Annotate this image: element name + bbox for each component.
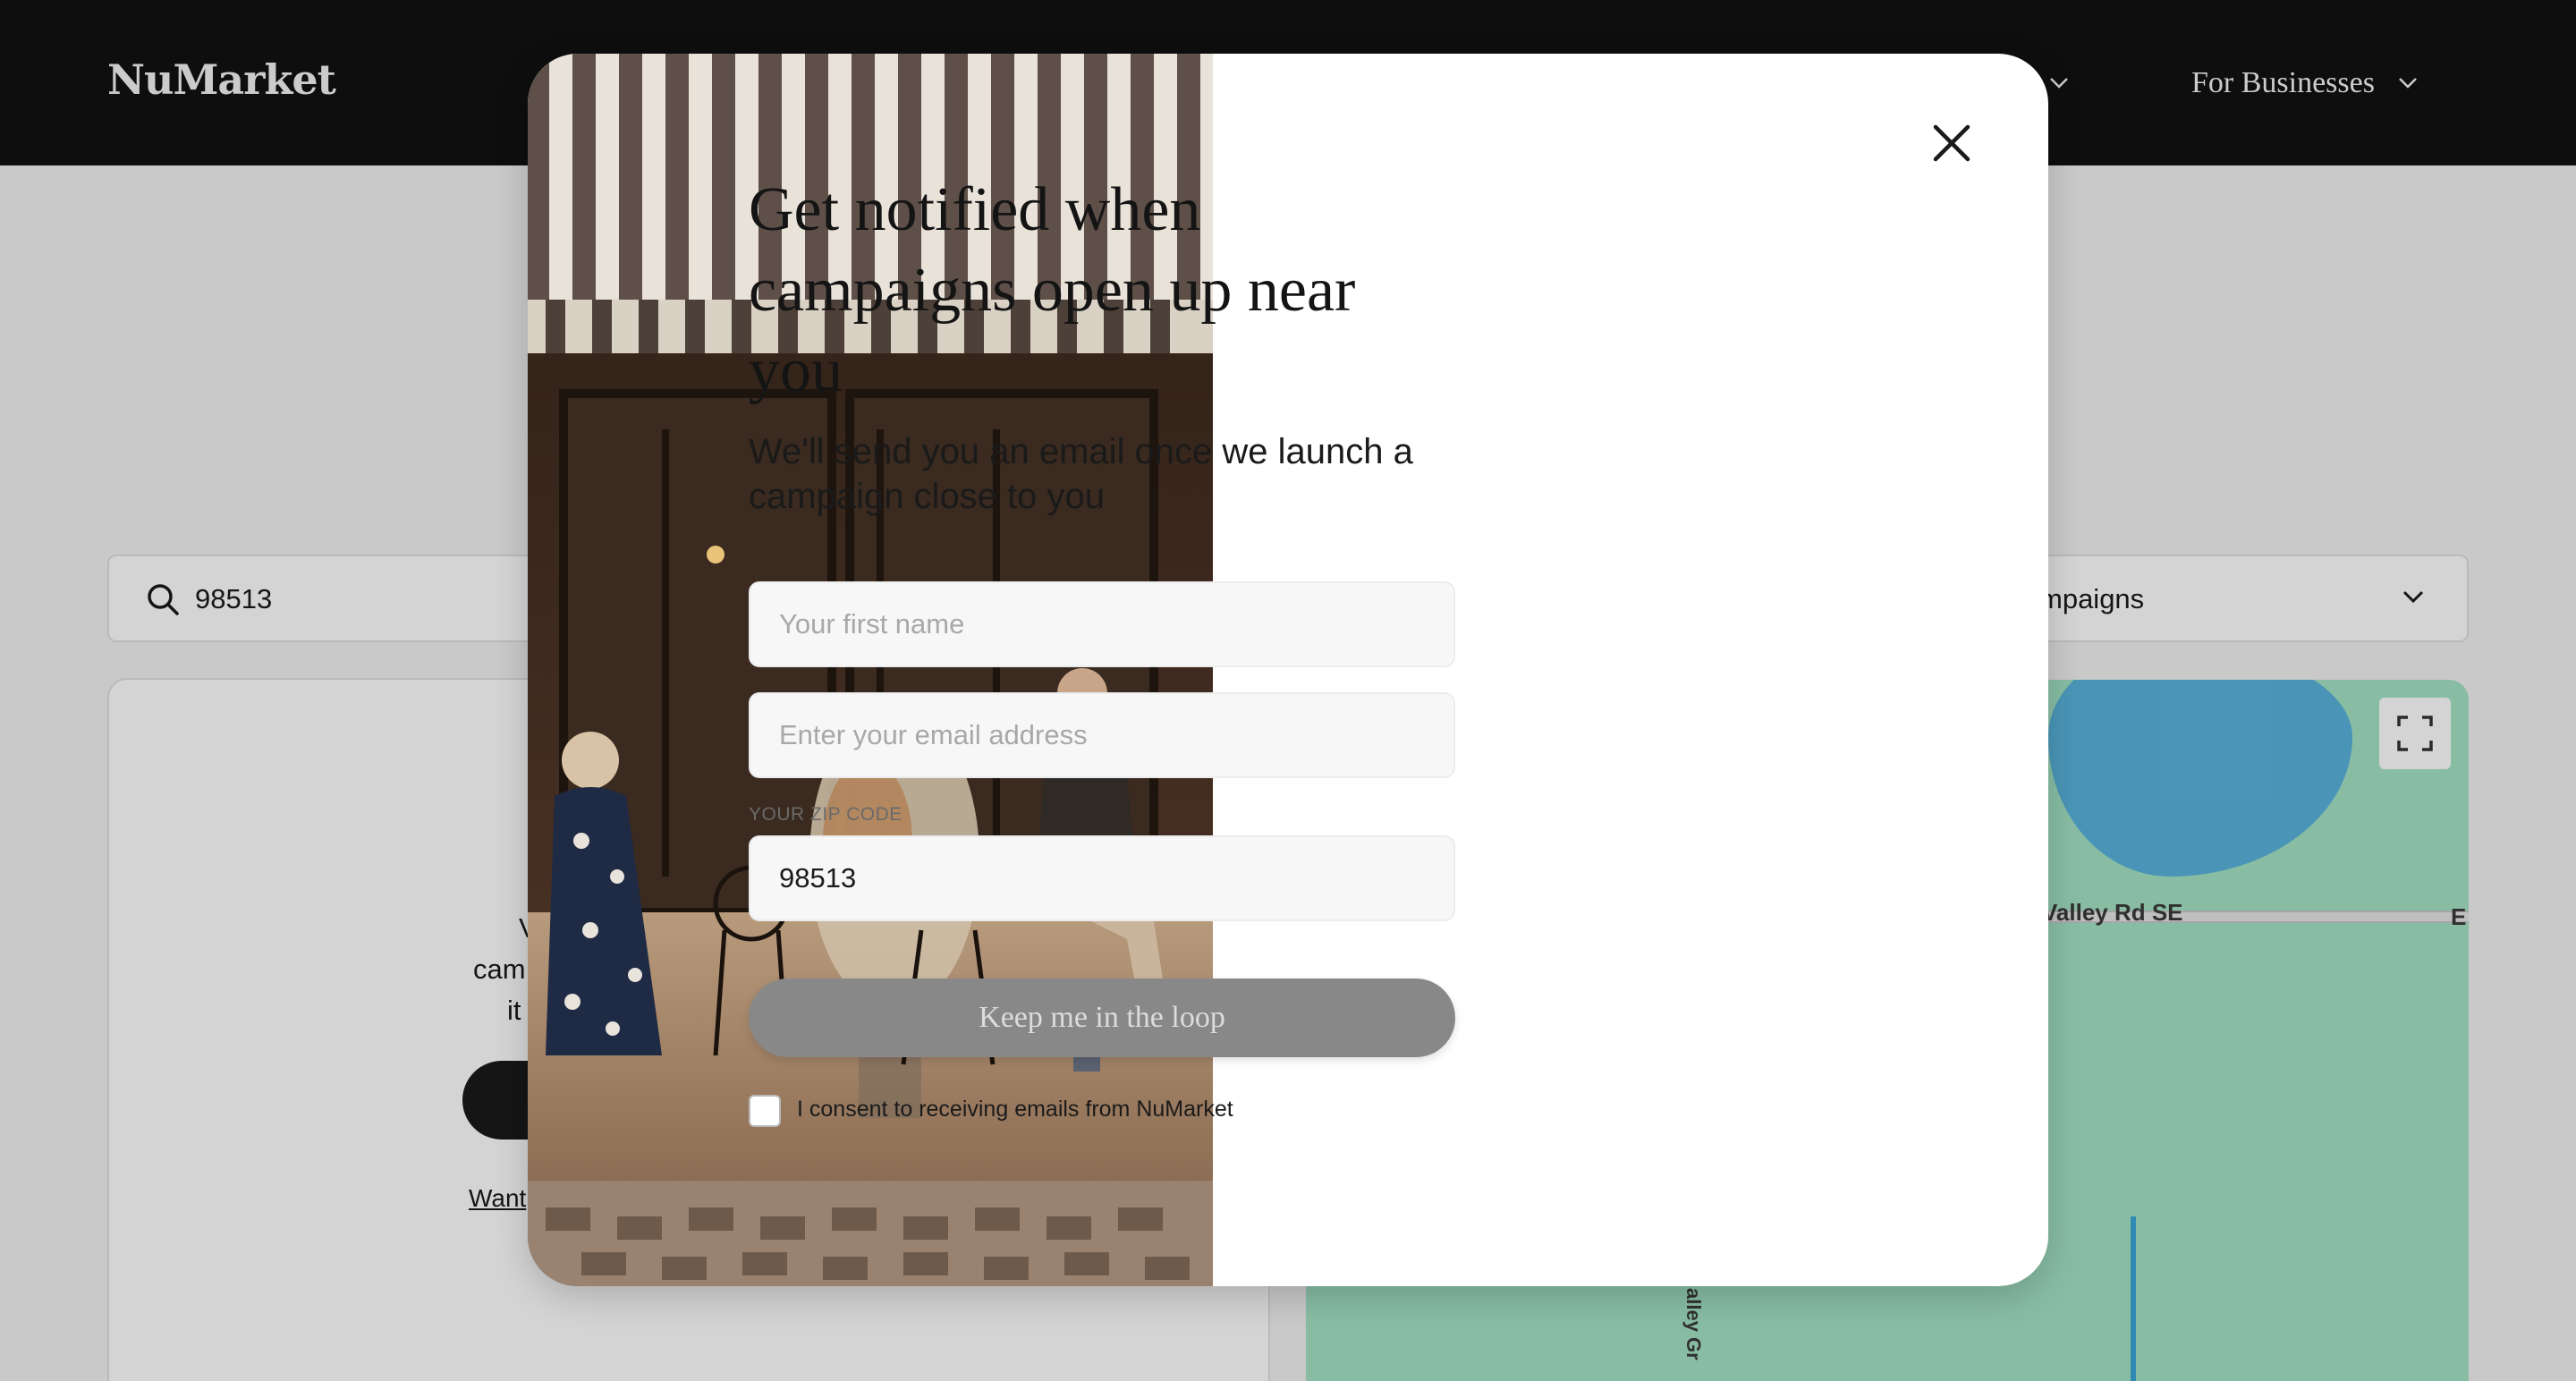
close-modal-button[interactable] — [1923, 114, 1980, 172]
email-input[interactable] — [749, 692, 1455, 778]
close-icon — [1933, 124, 1970, 162]
notify-signup-modal: Get notified when campaigns open up near… — [528, 54, 2048, 1286]
modal-subtitle: We'll send you an email once we launch a… — [749, 432, 1413, 516]
first-name-input[interactable] — [749, 581, 1455, 667]
keep-me-in-the-loop-button[interactable]: Keep me in the loop — [749, 979, 1455, 1057]
consent-label[interactable]: I consent to receiving emails from NuMar… — [797, 1097, 1233, 1123]
modal-title: Get notified when campaigns open up near… — [749, 175, 1356, 405]
zip-code-label: YOUR ZIP CODE — [749, 804, 902, 825]
zip-code-input[interactable] — [749, 835, 1455, 921]
consent-checkbox[interactable] — [749, 1095, 781, 1127]
